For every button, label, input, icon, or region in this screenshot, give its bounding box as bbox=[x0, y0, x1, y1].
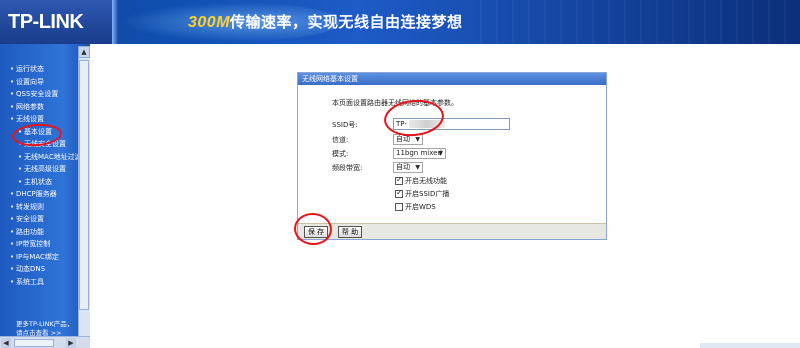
sidebar-item-status[interactable]: • 运行状态 bbox=[10, 63, 80, 76]
wireless-basic-settings-panel: 无线网络基本设置 本页面设置路由器无线网络的基本参数。 SSID号: TP- 信… bbox=[297, 72, 607, 240]
scroll-right-arrow-icon[interactable]: ▶ bbox=[66, 338, 76, 348]
bullet-icon: • bbox=[18, 165, 23, 173]
logo-area: TP-LINK bbox=[0, 0, 112, 44]
ssid-label: SSID号: bbox=[332, 121, 358, 129]
header-decoration bbox=[480, 0, 800, 44]
bullet-icon: • bbox=[10, 277, 15, 286]
scroll-left-arrow-icon[interactable]: ◀ bbox=[1, 338, 11, 348]
sidebar-scroll-thumb[interactable] bbox=[79, 60, 89, 310]
channel-label: 信道: bbox=[332, 136, 349, 144]
sidebar-item-wizard[interactable]: • 设置向导 bbox=[10, 76, 80, 89]
header-slogan: 300M传输速率，实现无线自由连接梦想 bbox=[188, 11, 463, 32]
sidebar-item-bandwidth[interactable]: • IP带宽控制 bbox=[10, 238, 80, 251]
sidebar-item-forwarding[interactable]: • 转发规则 bbox=[10, 201, 80, 214]
help-button[interactable]: 帮 助 bbox=[338, 226, 362, 238]
brand-logo: TP-LINK bbox=[8, 11, 84, 33]
bullet-icon: • bbox=[18, 152, 23, 161]
sidebar-footer-line1: 更多TP-LINK产品， bbox=[16, 320, 74, 328]
bullet-icon: • bbox=[10, 65, 15, 73]
bullet-icon: • bbox=[10, 240, 15, 248]
mode-value: 11bgn mixed bbox=[396, 149, 442, 157]
mode-select[interactable]: 11bgn mixed ▼ bbox=[393, 148, 446, 159]
sidebar-horizontal-scrollbar[interactable]: ◀ ▶ bbox=[0, 336, 90, 348]
enable-wireless-checkbox[interactable] bbox=[395, 175, 403, 185]
slogan-text: 传输速率，实现无线自由连接梦想 bbox=[230, 13, 463, 31]
dropdown-arrow-icon: ▼ bbox=[415, 136, 420, 143]
bullet-icon: • bbox=[10, 102, 15, 111]
panel-title: 无线网络基本设置 bbox=[298, 73, 606, 85]
bullet-icon: • bbox=[10, 190, 15, 198]
sidebar-item-mac-filter[interactable]: • 无线MAC地址过滤 bbox=[10, 151, 80, 164]
enable-wds-label: 开启WDS bbox=[405, 203, 436, 211]
scroll-up-arrow-icon[interactable]: ▲ bbox=[78, 46, 90, 58]
enable-ssid-broadcast-checkbox[interactable] bbox=[395, 188, 403, 198]
router-admin-page: TP-LINK 300M传输速率，实现无线自由连接梦想 • 运行状态 • 设置向导 … bbox=[0, 0, 800, 348]
sidebar-item-security[interactable]: • 安全设置 bbox=[10, 213, 80, 226]
sidebar-item-wireless-advanced[interactable]: • 无线高级设置 bbox=[10, 163, 80, 176]
bullet-icon: • bbox=[10, 90, 15, 98]
sidebar-menu: • 运行状态 • 设置向导 • QSS安全设置 • 网络参数 • 无线设置 • 基本设置 •… bbox=[10, 63, 80, 288]
enable-ssid-broadcast-label: 开启SSID广播 bbox=[405, 190, 450, 198]
panel-body: 本页面设置路由器无线网络的基本参数。 SSID号: TP- 信道: 自动 ▼ 模式… bbox=[298, 85, 606, 225]
enable-wds-checkbox[interactable] bbox=[395, 203, 403, 211]
enable-wireless-label: 开启无线功能 bbox=[405, 177, 447, 185]
mode-label: 模式: bbox=[332, 150, 349, 158]
bullet-icon: • bbox=[10, 265, 15, 273]
bullet-icon: • bbox=[10, 252, 15, 261]
bullet-icon: • bbox=[10, 115, 15, 123]
sidebar-item-ddns[interactable]: • 动态DNS bbox=[10, 263, 80, 276]
bandwidth-value: 自动 bbox=[396, 163, 410, 171]
slogan-speed: 300M bbox=[188, 14, 231, 31]
bandwidth-select[interactable]: 自动 ▼ bbox=[393, 162, 423, 173]
bullet-icon: • bbox=[18, 177, 23, 186]
sidebar-item-qss[interactable]: • QSS安全设置 bbox=[10, 88, 80, 101]
horizontal-scroll-thumb[interactable] bbox=[14, 339, 54, 347]
enable-wds-row[interactable]: 开启WDS bbox=[395, 203, 436, 212]
bullet-icon: • bbox=[10, 77, 15, 86]
sidebar-item-system-tools[interactable]: • 系统工具 bbox=[10, 276, 80, 289]
header-banner: TP-LINK 300M传输速率，实现无线自由连接梦想 bbox=[0, 0, 800, 44]
bullet-icon: • bbox=[10, 227, 15, 236]
bullet-icon: • bbox=[10, 215, 15, 223]
bullet-icon: • bbox=[10, 202, 15, 211]
header-divider bbox=[112, 0, 118, 44]
enable-ssid-broadcast-row[interactable]: 开启SSID广播 bbox=[395, 188, 450, 199]
dropdown-arrow-icon: ▼ bbox=[438, 150, 443, 157]
sidebar-item-ip-mac[interactable]: • IP与MAC绑定 bbox=[10, 251, 80, 264]
sidebar-item-host-status[interactable]: • 主机状态 bbox=[10, 176, 80, 189]
bottom-edge bbox=[700, 343, 800, 348]
enable-wireless-row[interactable]: 开启无线功能 bbox=[395, 175, 447, 186]
sidebar-item-dhcp[interactable]: • DHCP服务器 bbox=[10, 188, 80, 201]
sidebar-item-network[interactable]: • 网络参数 bbox=[10, 101, 80, 114]
bandwidth-label: 频段带宽: bbox=[332, 164, 363, 172]
sidebar-item-routing[interactable]: • 路由功能 bbox=[10, 226, 80, 239]
dropdown-arrow-icon: ▼ bbox=[415, 164, 420, 171]
